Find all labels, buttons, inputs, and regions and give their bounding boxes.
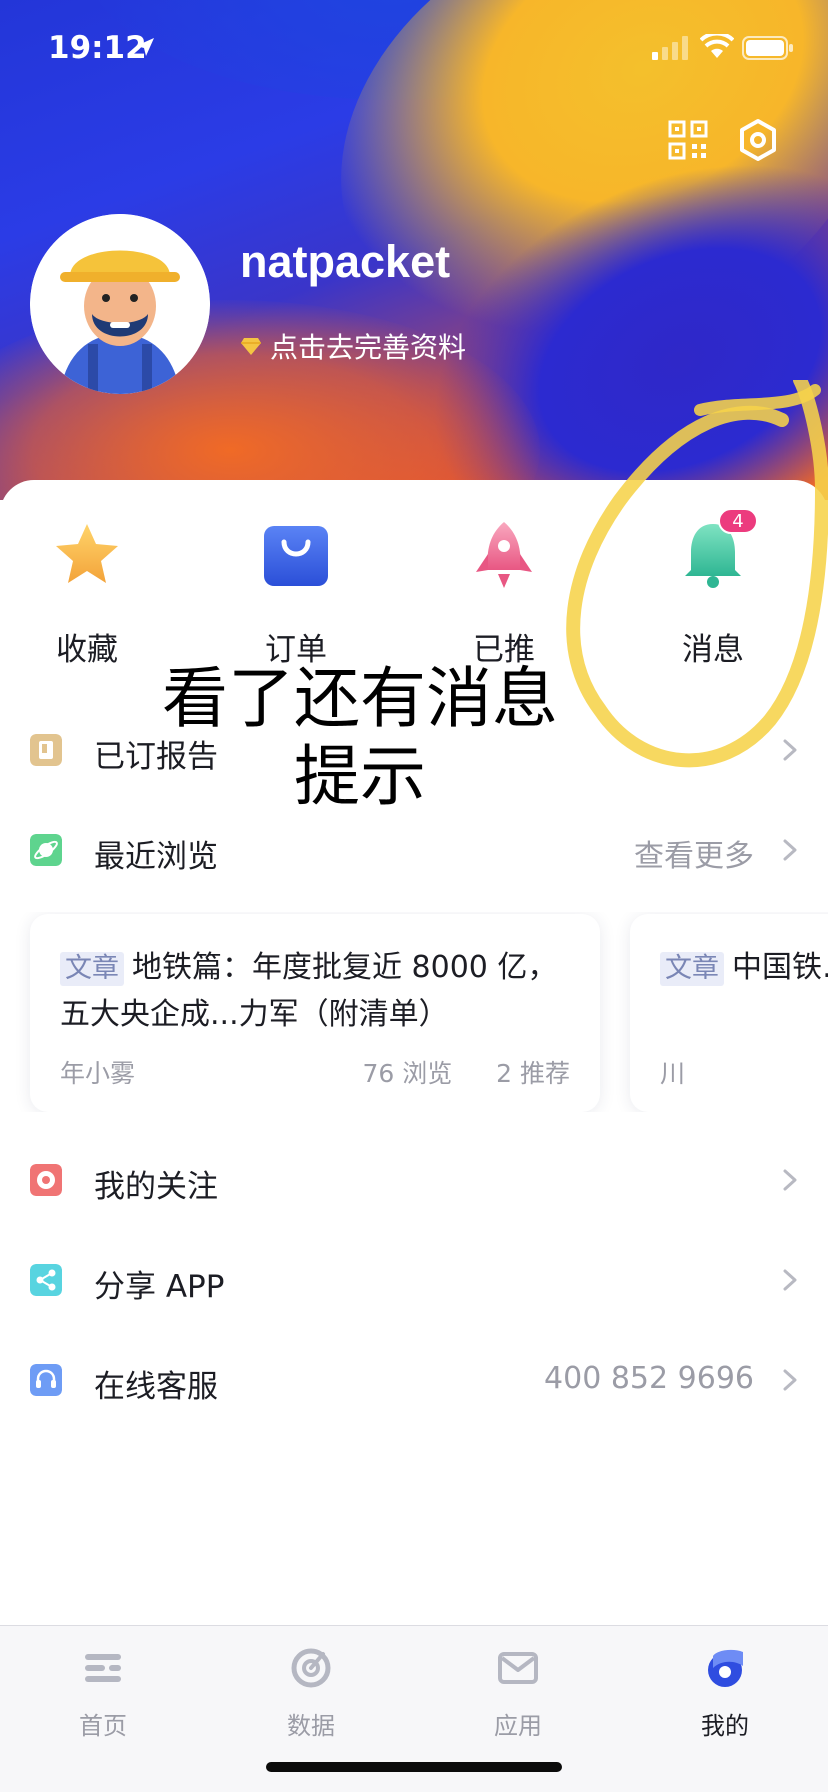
menu-row-label: 分享 APP xyxy=(94,1269,225,1305)
article-author: 年小雾 xyxy=(60,1059,136,1088)
article-card[interactable]: 文章 地铁篇：年度批复近 8000 亿，五大央企成...力军（附清单） 年小雾 7… xyxy=(30,914,600,1112)
profile-icon xyxy=(708,1649,743,1687)
star-icon xyxy=(56,524,118,583)
article-title-block: 文章中国铁…获 190 亿大单 xyxy=(660,944,828,991)
worker-avatar-illustration xyxy=(30,214,210,394)
status-bar: 19:12 xyxy=(0,0,828,96)
tab-home[interactable]: 首页 xyxy=(33,1646,173,1746)
article-card[interactable]: 文章中国铁…获 190 亿大单 川 xyxy=(630,914,828,1112)
tab-label: 首页 xyxy=(79,1712,127,1740)
article-tag: 文章 xyxy=(660,952,724,986)
data-icon xyxy=(291,1648,331,1688)
tab-label: 我的 xyxy=(701,1712,749,1740)
article-recommends: 2 推荐 xyxy=(496,1059,570,1088)
tab-data[interactable]: 数据 xyxy=(241,1646,381,1746)
article-tag: 文章 xyxy=(60,952,124,986)
shopping-bag-icon xyxy=(264,526,328,586)
menu-row-online-service[interactable]: 在线客服 400 852 9696 xyxy=(0,1345,828,1415)
share-icon xyxy=(30,1264,62,1296)
complete-profile-link[interactable]: 点击去完善资料 xyxy=(240,326,466,366)
quick-action-pushed[interactable]: 已推 xyxy=(434,520,574,670)
home-icon xyxy=(85,1654,121,1682)
report-book-icon xyxy=(30,734,62,766)
username: natpacket xyxy=(240,236,451,287)
article-title-block: 文章 地铁篇：年度批复近 8000 亿，五大央企成...力军（附清单） xyxy=(60,944,580,1038)
article-views: 76 浏览 xyxy=(362,1059,453,1088)
menu-row-label: 在线客服 xyxy=(94,1369,218,1405)
recent-articles-carousel[interactable]: 文章 地铁篇：年度批复近 8000 亿，五大央企成...力军（附清单） 年小雾 7… xyxy=(0,912,828,1112)
target-icon xyxy=(30,1164,62,1196)
chevron-right-icon xyxy=(783,739,797,761)
wifi-icon xyxy=(700,34,734,58)
quick-action-favorites[interactable]: 收藏 xyxy=(17,520,157,670)
home-indicator xyxy=(266,1762,562,1772)
menu-row-my-follows[interactable]: 我的关注 xyxy=(0,1145,828,1215)
menu-row-label: 最近浏览 xyxy=(94,839,218,875)
cellular-signal-icon xyxy=(652,36,688,60)
tab-label: 数据 xyxy=(287,1712,335,1740)
avatar[interactable] xyxy=(30,214,210,394)
qr-code-icon[interactable] xyxy=(668,120,708,160)
service-phone-number[interactable]: 400 852 9696 xyxy=(544,1361,754,1396)
tab-apps[interactable]: 应用 xyxy=(448,1646,588,1746)
menu-row-share-app[interactable]: 分享 APP xyxy=(0,1245,828,1315)
quick-action-messages[interactable]: 消息 xyxy=(643,520,783,670)
menu-row-subscribed-reports[interactable]: 已订报告 xyxy=(0,715,828,785)
complete-profile-text: 点击去完善资料 xyxy=(270,331,467,364)
location-arrow-icon xyxy=(136,38,154,56)
view-more-link[interactable]: 查看更多 xyxy=(634,831,754,875)
settings-icon[interactable] xyxy=(736,118,780,162)
apps-icon xyxy=(498,1652,538,1684)
headset-icon xyxy=(30,1364,62,1396)
article-stats: 76 浏览 2 推荐 xyxy=(362,1054,570,1090)
rocket-icon xyxy=(476,522,532,588)
article-title: 地铁篇：年度批复近 8000 亿，五大央企成...力军（附清单） xyxy=(60,950,558,1032)
planet-icon xyxy=(30,834,62,866)
chevron-right-icon xyxy=(783,1269,797,1291)
quick-action-label: 消息 xyxy=(682,632,744,668)
menu-row-label: 我的关注 xyxy=(94,1169,218,1205)
menu-row-label: 已订报告 xyxy=(94,739,218,775)
article-title: 中国铁…获 190 亿大单 xyxy=(732,950,828,985)
message-badge: 4 xyxy=(718,508,758,534)
article-author: 川 xyxy=(660,1059,686,1088)
tab-profile[interactable]: 我的 xyxy=(655,1646,795,1746)
diamond-icon xyxy=(241,338,261,355)
chevron-right-icon xyxy=(783,1169,797,1191)
chevron-right-icon xyxy=(783,839,797,861)
quick-action-label: 收藏 xyxy=(56,632,118,668)
menu-row-recently-viewed[interactable]: 最近浏览 查看更多 xyxy=(0,815,828,885)
status-time: 19:12 xyxy=(48,30,147,66)
quick-action-orders[interactable]: 订单 xyxy=(226,520,366,670)
tab-label: 应用 xyxy=(494,1712,542,1740)
chevron-right-icon xyxy=(783,1369,797,1391)
battery-icon xyxy=(742,36,793,60)
quick-actions: 收藏 订单 已推 消息 xyxy=(0,520,828,670)
